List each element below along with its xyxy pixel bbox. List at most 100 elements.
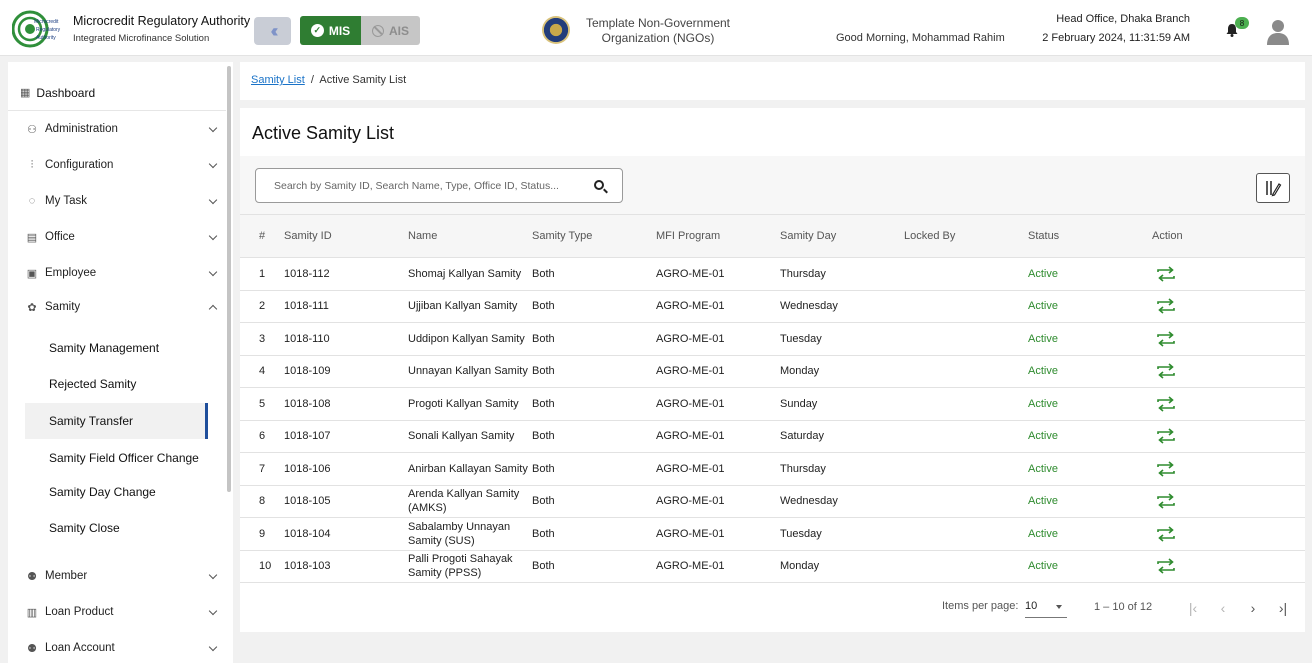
- cell-action: [1152, 453, 1305, 486]
- ban-icon: [371, 24, 384, 37]
- col-header-samity-day[interactable]: Samity Day: [780, 215, 904, 258]
- table-row[interactable]: 4 1018-109 Unnayan Kallyan Samity Both AGRO-…: [240, 355, 1305, 388]
- brand-subtitle: Integrated Microfinance Solution: [73, 33, 210, 44]
- sidebar-subitem-field-officer-change[interactable]: Samity Field Officer Change: [25, 442, 208, 474]
- col-header-name[interactable]: Name: [408, 215, 532, 258]
- sidebar-scrollbar[interactable]: [227, 66, 231, 492]
- table-row[interactable]: 10 1018-103 Palli Progoti Sahayak Samity (…: [240, 550, 1305, 583]
- cell-samity-day: Thursday: [780, 462, 826, 475]
- mis-label: MIS: [328, 23, 351, 38]
- greeting-text: Good Morning, Mohammad Rahim: [836, 32, 1005, 44]
- sidebar-item-configuration[interactable]: ⫶ Configuration: [8, 150, 226, 180]
- table-row[interactable]: 3 1018-110 Uddipon Kallyan Samity Both AGRO-…: [240, 323, 1305, 356]
- cell-mfi-program: AGRO-ME-01: [656, 365, 725, 378]
- previous-page-button[interactable]: ‹: [1213, 598, 1233, 618]
- sidebar-subitem-samity-close[interactable]: Samity Close: [25, 512, 208, 544]
- last-page-button[interactable]: ›|: [1273, 598, 1293, 618]
- mis-mode-button[interactable]: ✓ MIS: [300, 16, 361, 45]
- cell-index: 10: [259, 560, 272, 573]
- sidebar-item-office[interactable]: ▤ Office: [8, 222, 226, 252]
- chevron-down-icon: [208, 195, 218, 205]
- breadcrumb-link-samity-list[interactable]: Samity List: [251, 74, 305, 86]
- next-page-button[interactable]: ›: [1243, 598, 1263, 618]
- cell-samity-id: 1018-103: [284, 560, 331, 573]
- column-settings-button[interactable]: [1256, 173, 1290, 203]
- cell-mfi-program: AGRO-ME-01: [656, 397, 725, 410]
- sidebar-item-samity[interactable]: ✿ Samity: [8, 292, 226, 322]
- sidebar-subitem-samity-day-change[interactable]: Samity Day Change: [25, 476, 208, 508]
- cell-index: 8: [259, 495, 266, 508]
- table-row[interactable]: 6 1018-107 Sonali Kallyan Samity Both AGRO-M…: [240, 420, 1305, 453]
- cell-locked-by: [904, 355, 1028, 388]
- chevron-down-icon: [208, 159, 218, 169]
- transfer-icon[interactable]: [1156, 396, 1176, 412]
- cell-name: Palli Progoti Sahayak Samity (PPSS): [408, 553, 513, 580]
- pagination: Items per page: 10 1 – 10 of 12 |‹ ‹ › ›…: [240, 588, 1305, 628]
- transfer-icon[interactable]: [1156, 428, 1176, 444]
- sidebar-item-label: Loan Product: [45, 606, 114, 618]
- transfer-icon[interactable]: [1156, 526, 1176, 542]
- sidebar-item-employee[interactable]: ▣ Employee: [8, 258, 226, 288]
- collapse-sidebar-button[interactable]: ‹‹: [254, 17, 291, 45]
- transfer-icon[interactable]: [1156, 298, 1176, 314]
- sidebar-item-my-task[interactable]: ◌ My Task: [8, 186, 226, 216]
- transfer-icon[interactable]: [1156, 493, 1176, 509]
- sidebar-item-dashboard[interactable]: ▦ Dashboard: [8, 75, 226, 111]
- col-header-samity-id[interactable]: Samity ID: [284, 215, 408, 258]
- active-samity-card: Active Samity List # Samity ID Name Sami…: [240, 108, 1305, 632]
- search-icon[interactable]: [594, 180, 604, 190]
- col-header-status[interactable]: Status: [1028, 215, 1152, 258]
- user-avatar-icon[interactable]: [1266, 18, 1290, 45]
- transfer-icon[interactable]: [1156, 558, 1176, 574]
- transfer-icon[interactable]: [1156, 331, 1176, 347]
- cell-status: Active: [1028, 560, 1058, 573]
- sidebar-item-loan-account[interactable]: ⚉ Loan Account: [8, 633, 226, 663]
- chevron-down-icon: [208, 642, 218, 652]
- ais-mode-button[interactable]: AIS: [361, 16, 420, 45]
- branch-name: Head Office, Dhaka Branch: [1056, 13, 1190, 25]
- sidebar-subitem-samity-transfer[interactable]: Samity Transfer: [25, 403, 208, 439]
- col-header-locked-by[interactable]: Locked By: [904, 215, 1028, 258]
- table-row[interactable]: 1 1018-112 Shomaj Kallyan Samity Both AGRO-M…: [240, 258, 1305, 290]
- cell-samity-type: Both: [532, 495, 555, 508]
- cell-index: 5: [259, 397, 266, 410]
- table-row[interactable]: 5 1018-108 Progoti Kallyan Samity Both AGRO-…: [240, 388, 1305, 421]
- table-row[interactable]: 2 1018-111 Ujjiban Kallyan Samity Both AGRO-…: [240, 290, 1305, 323]
- table-row[interactable]: 9 1018-104 Sabalamby Unnayan Samity (SUS) B…: [240, 518, 1305, 550]
- table-row[interactable]: 8 1018-105 Arenda Kallyan Samity (AMKS) Bot…: [240, 485, 1305, 518]
- cell-locked-by: [904, 453, 1028, 486]
- col-header-samity-type[interactable]: Samity Type: [532, 215, 656, 258]
- transfer-icon[interactable]: [1156, 461, 1176, 477]
- first-page-button[interactable]: |‹: [1183, 598, 1203, 618]
- transfer-icon[interactable]: [1156, 363, 1176, 379]
- cell-samity-type: Both: [532, 332, 555, 345]
- table-body: 1 1018-112 Shomaj Kallyan Samity Both AGRO-M…: [240, 258, 1305, 583]
- organization-name: Template Non-Government Organization (NG…: [585, 16, 731, 45]
- items-per-page-select[interactable]: 10: [1025, 598, 1067, 618]
- cell-index: 9: [259, 527, 266, 540]
- column-edit-icon: [1266, 181, 1282, 197]
- sidebar-item-administration[interactable]: ⚇ Administration: [8, 114, 226, 144]
- cell-mfi-program: AGRO-ME-01: [656, 430, 725, 443]
- breadcrumb: Samity List / Active Samity List: [240, 62, 1305, 100]
- cell-locked-by: [904, 388, 1028, 421]
- breadcrumb-separator: /: [310, 74, 314, 86]
- cell-name: Ujjiban Kallyan Samity: [408, 300, 518, 313]
- col-header-mfi-program[interactable]: MFI Program: [656, 215, 780, 258]
- transfer-icon[interactable]: [1156, 266, 1176, 282]
- sidebar-subitem-samity-management[interactable]: Samity Management: [25, 332, 208, 364]
- cell-samity-type: Both: [532, 430, 555, 443]
- cell-samity-day: Tuesday: [780, 332, 822, 345]
- sidebar-item-loan-product[interactable]: ▥ Loan Product: [8, 597, 226, 627]
- search-input[interactable]: [274, 179, 574, 192]
- cell-locked-by: [904, 485, 1028, 518]
- table-row[interactable]: 7 1018-106 Anirban Kallayan Samity Both AGRO…: [240, 453, 1305, 486]
- account-icon: ⚉: [27, 642, 37, 655]
- sidebar-item-member[interactable]: ⚉ Member: [8, 561, 226, 591]
- cell-index: 3: [259, 332, 266, 345]
- sidebar-subitem-rejected-samity[interactable]: Rejected Samity: [25, 368, 208, 400]
- svg-text:Authority: Authority: [36, 35, 56, 41]
- cell-samity-type: Both: [532, 397, 555, 410]
- cell-mfi-program: AGRO-ME-01: [656, 560, 725, 573]
- cell-locked-by: [904, 323, 1028, 356]
